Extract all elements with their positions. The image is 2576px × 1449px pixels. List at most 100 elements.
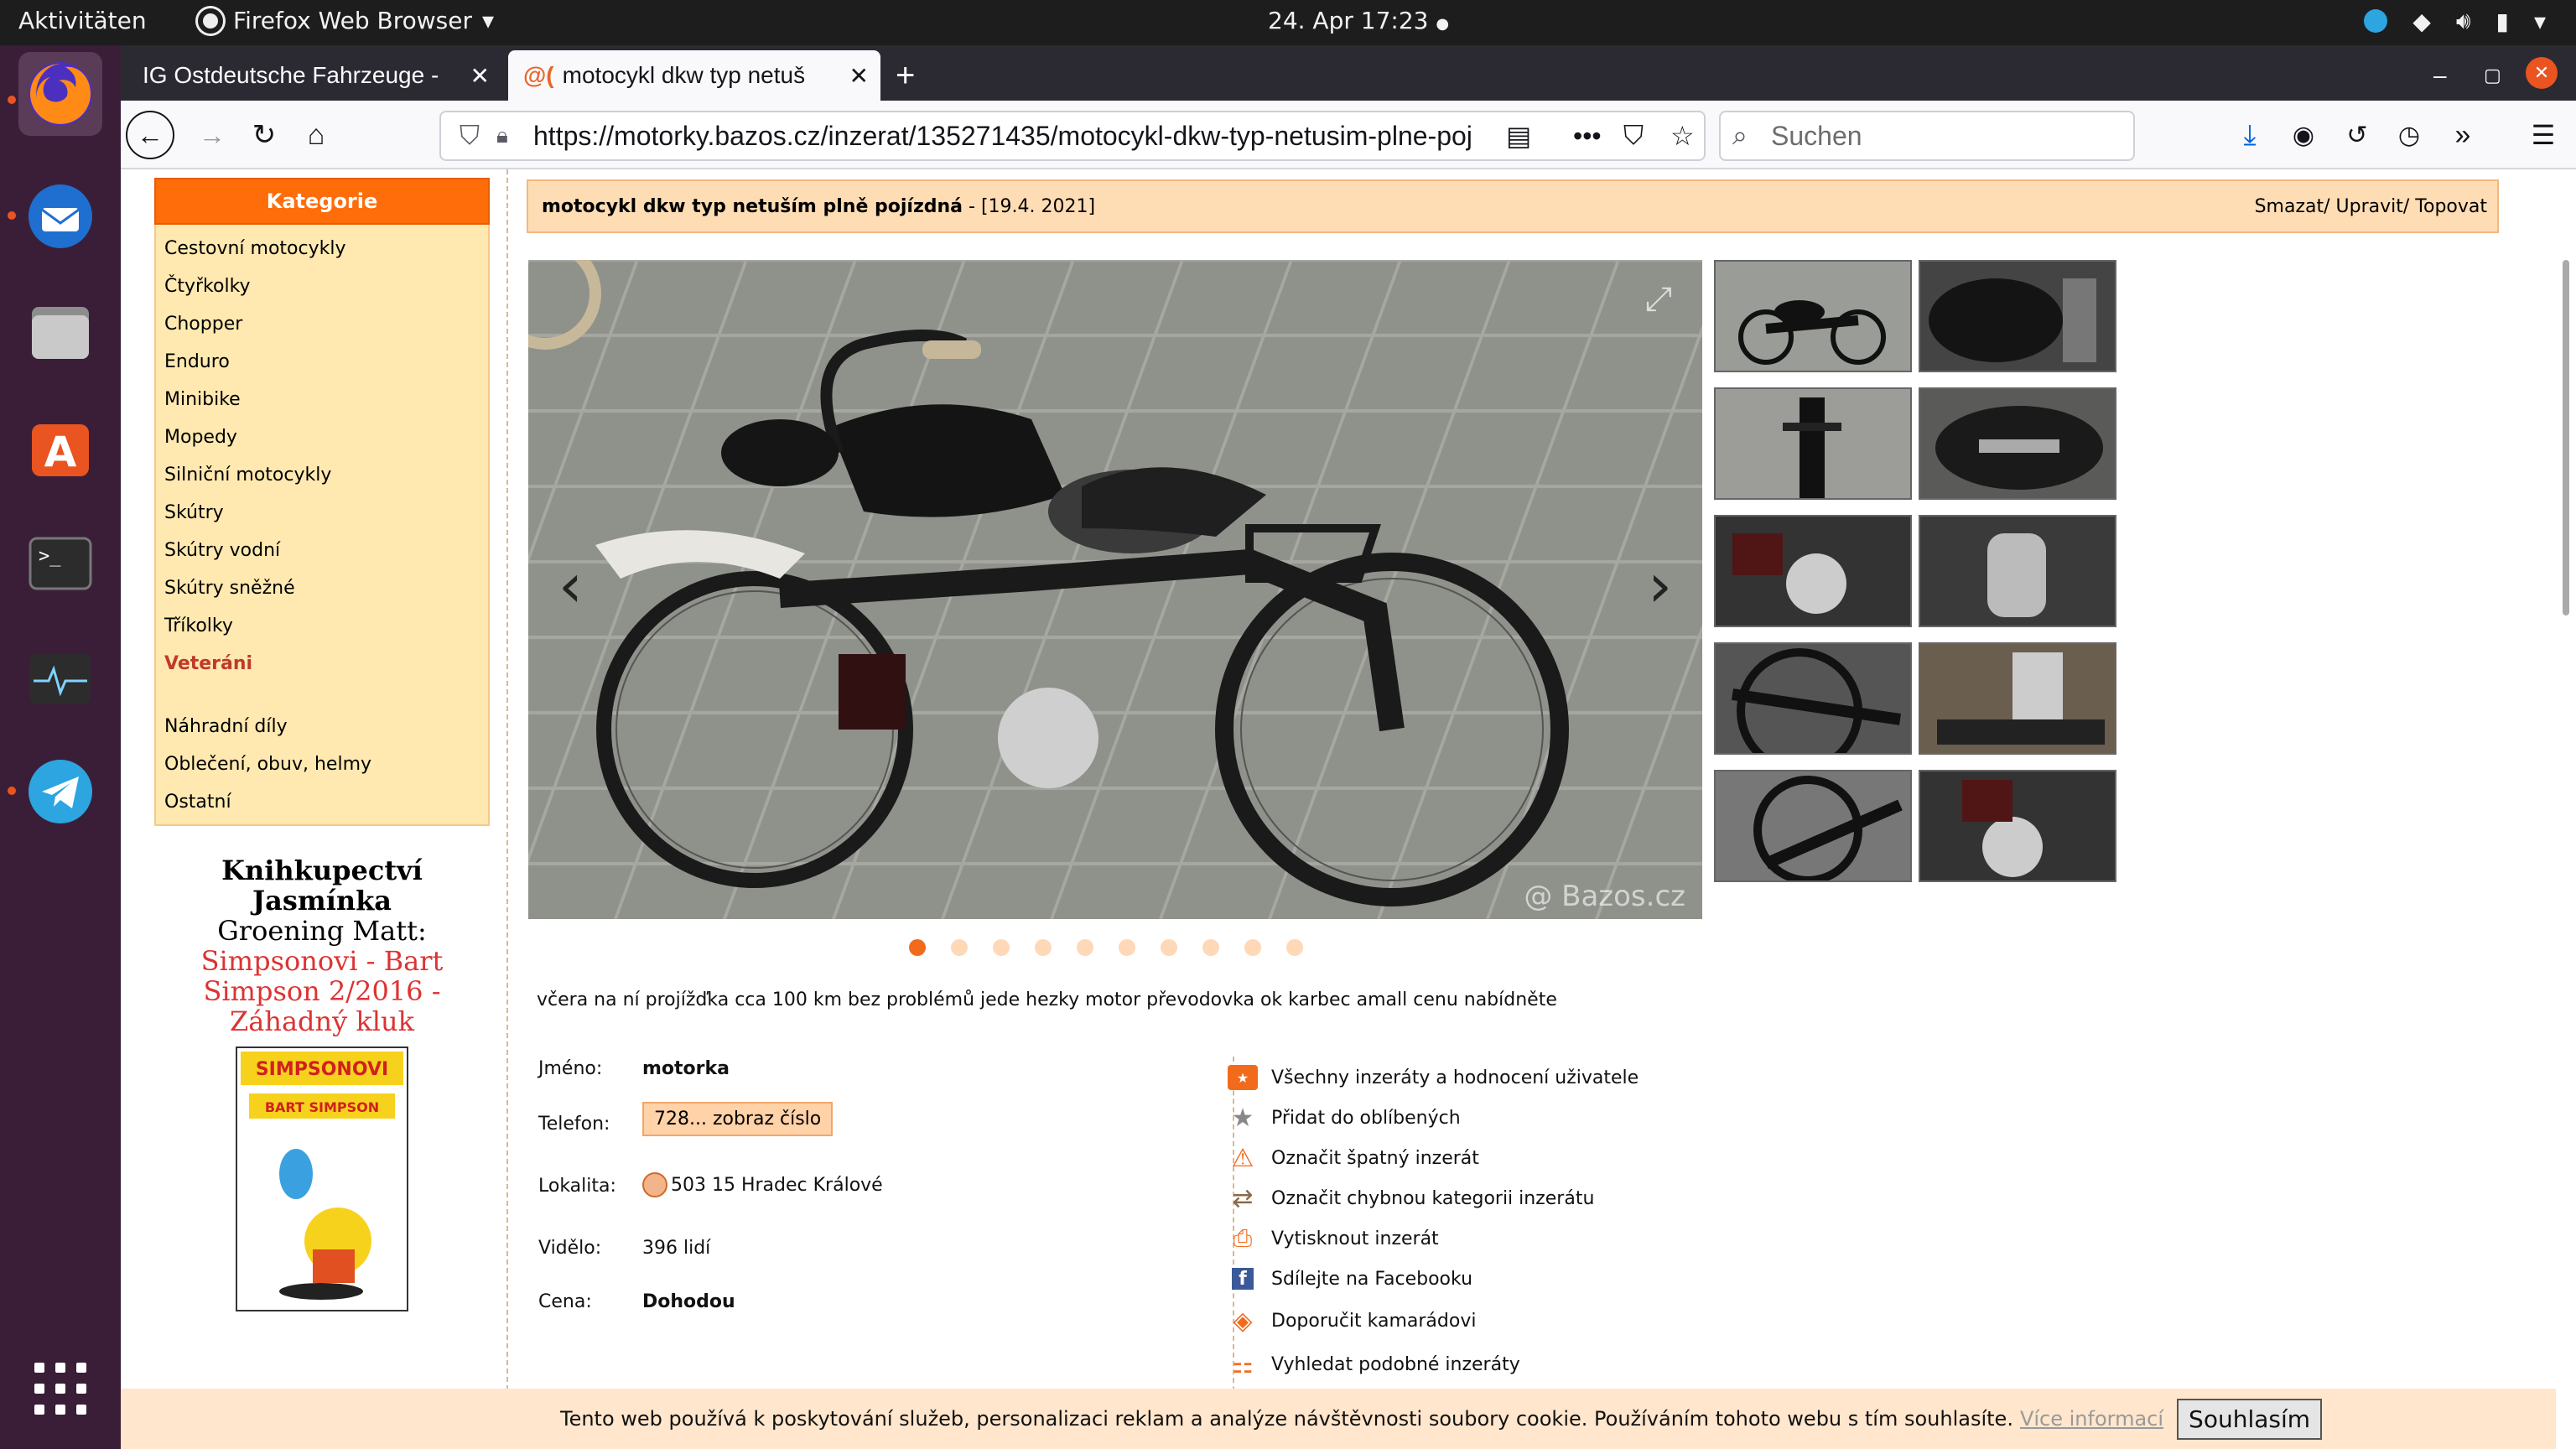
book-title[interactable]: Simpson 2/2016 - (154, 976, 490, 1006)
similar-listings-link[interactable]: ⚏ Vyhledat podobné inzeráty (1228, 1351, 1519, 1379)
book-cover-image[interactable]: SIMPSONOVI BART SIMPSON (236, 1046, 408, 1311)
thumbnail[interactable] (1714, 642, 1912, 755)
cookie-more-link[interactable]: Více informací (2020, 1407, 2163, 1431)
carousel-dot[interactable] (1286, 939, 1303, 956)
page-actions-icon[interactable]: ••• (1573, 121, 1602, 152)
category-item[interactable]: Chopper (156, 305, 488, 343)
carousel-dot[interactable] (1077, 939, 1093, 956)
carousel-dot[interactable] (993, 939, 1010, 956)
clock-icon[interactable]: ◷ (2386, 112, 2432, 158)
page-scrollbar[interactable] (2556, 169, 2576, 1449)
web-page: Kategorie Cestovní motocykly Čtyřkolky C… (121, 169, 2576, 1449)
category-item[interactable]: Ostatní (156, 783, 488, 821)
url-text: https://motorky.bazos.cz/inzerat/1352714… (533, 120, 1472, 151)
carousel-dot[interactable] (1035, 939, 1052, 956)
url-bar[interactable]: ⛉ 🔒︎ https://motorky.bazos.cz/inzerat/13… (439, 111, 1706, 161)
reader-view-icon[interactable]: ▤ (1506, 120, 1531, 152)
show-phone-button[interactable]: 728... zobraz číslo (642, 1102, 834, 1136)
category-item[interactable]: Minibike (156, 381, 488, 418)
thumbnail[interactable] (1919, 642, 2116, 755)
category-item[interactable]: Silniční motocykly (156, 456, 488, 494)
thumbnail[interactable] (1714, 260, 1912, 372)
share-facebook-link[interactable]: f Sdílejte na Facebooku (1228, 1266, 1472, 1291)
tab-motocykl-dkw[interactable]: @( motocykl dkw typ netuš ✕ (508, 50, 880, 101)
minimize-window-button[interactable]: – (2418, 50, 2469, 101)
search-input[interactable]: ⌕ Suchen (1719, 111, 2135, 161)
category-item[interactable]: Skútry (156, 494, 488, 532)
cover-title: SIMPSONOVI (256, 1059, 388, 1080)
home-button[interactable]: ⌂ (293, 112, 339, 158)
category-item[interactable]: Čtyřkolky (156, 267, 488, 305)
close-tab-icon[interactable]: ✕ (470, 62, 490, 90)
book-title[interactable]: Simpsonovi - Bart (154, 946, 490, 976)
category-item[interactable]: Enduro (156, 343, 488, 381)
add-favorite-link[interactable]: ★ Přidat do oblíbených (1228, 1104, 1461, 1133)
main-photo[interactable]: @ Bazos.cz ‹ › ⤢ (528, 260, 1702, 919)
print-listing-link[interactable]: ⎙ Vytisknout inzerát (1228, 1224, 1439, 1252)
bookmark-star-icon[interactable]: ☆ (1670, 120, 1695, 152)
maximize-window-button[interactable]: ▢ (2469, 50, 2519, 101)
carousel-dot[interactable] (1244, 939, 1261, 956)
category-item[interactable]: Oblečení, obuv, helmy (156, 745, 488, 783)
tab-ig-ostdeutsche[interactable]: IG Ostdeutsche Fahrzeuge - ✕ (127, 50, 501, 101)
category-item[interactable]: Náhradní díly (156, 708, 488, 745)
book-title[interactable]: Záhadný kluk (154, 1006, 490, 1036)
thumbnail[interactable] (1714, 387, 1912, 500)
running-indicator (8, 96, 16, 104)
thumbnail[interactable] (1714, 515, 1912, 627)
carousel-dot[interactable] (951, 939, 968, 956)
thumbnail[interactable] (1919, 770, 2116, 882)
next-photo-arrow[interactable]: › (1648, 550, 1672, 621)
app-menu[interactable]: Firefox Web Browser ▾ (198, 7, 494, 34)
book-ad[interactable]: Knihkupectví Jasmínka Groening Matt: Sim… (154, 855, 490, 1311)
all-listings-link[interactable]: ★ Všechny inzeráty a hodnocení uživatele (1228, 1065, 1639, 1090)
scrollbar-thumb[interactable] (2563, 260, 2569, 615)
category-item[interactable]: Mopedy (156, 418, 488, 456)
previous-photo-arrow[interactable]: ‹ (558, 550, 583, 621)
pocket-icon[interactable]: ⛉ (1623, 120, 1644, 152)
overflow-chevron-icon[interactable]: » (2440, 112, 2485, 158)
system-monitor-dock-icon[interactable] (18, 637, 102, 721)
recommend-friend-link[interactable]: ◈ Doporučit kamarádovi (1228, 1306, 1476, 1336)
telegram-dock-icon[interactable] (18, 750, 102, 834)
reload-button[interactable]: ↻ (242, 112, 287, 158)
files-dock-icon[interactable] (18, 290, 102, 374)
thumbnail[interactable] (1919, 387, 2116, 500)
thumbnail[interactable] (1919, 260, 2116, 372)
carousel-dot[interactable] (1202, 939, 1219, 956)
category-item[interactable]: Skútry sněžné (156, 569, 488, 607)
new-tab-button[interactable]: + (880, 50, 931, 101)
category-item-active[interactable]: Veteráni (156, 645, 488, 683)
account-icon[interactable]: ◉ (2281, 112, 2326, 158)
category-item[interactable]: Cestovní motocykly (156, 230, 488, 267)
firefox-dock-icon[interactable] (18, 52, 102, 136)
thunderbird-dock-icon[interactable] (18, 174, 102, 258)
clock[interactable]: 24. Apr 17:23 ● (1268, 7, 1449, 34)
location-value[interactable]: 503 15 Hradec Králové (642, 1172, 883, 1197)
forward-button[interactable]: → (190, 112, 235, 158)
thumbnail[interactable] (1714, 770, 1912, 882)
listing-manage-links[interactable]: Smazat/ Upravit/ Topovat (2255, 196, 2487, 217)
downloads-icon[interactable]: ⤓ (2227, 112, 2272, 158)
category-item[interactable]: Skútry vodní (156, 532, 488, 569)
fullscreen-icon[interactable]: ⤢ (1645, 280, 1672, 319)
cookie-accept-button[interactable]: Souhlasím (2177, 1398, 2323, 1440)
close-tab-icon[interactable]: ✕ (849, 62, 869, 90)
software-center-dock-icon[interactable]: A (18, 406, 102, 490)
menu-icon[interactable]: ☰ (2521, 112, 2566, 158)
seller-name: motorka (642, 1058, 730, 1079)
category-item[interactable]: Tříkolky (156, 607, 488, 645)
terminal-dock-icon[interactable]: >_ (18, 522, 102, 605)
close-window-button[interactable]: ✕ (2526, 57, 2558, 89)
report-listing-link[interactable]: ⚠ Označit špatný inzerát (1228, 1144, 1479, 1173)
carousel-dot[interactable] (1161, 939, 1177, 956)
activities-button[interactable]: Aktivitäten (18, 7, 147, 34)
system-tray[interactable]: ◆ 🔊︎ ▮ ▾ (2364, 7, 2546, 35)
show-applications-icon[interactable] (18, 1347, 102, 1431)
thumbnail[interactable] (1919, 515, 2116, 627)
carousel-dot[interactable] (1119, 939, 1135, 956)
carousel-dot[interactable] (909, 939, 926, 956)
wrong-category-link[interactable]: ⇄ Označit chybnou kategorii inzerátu (1228, 1184, 1594, 1213)
history-icon[interactable]: ↺ (2334, 112, 2380, 158)
back-button[interactable]: ← (126, 111, 174, 159)
